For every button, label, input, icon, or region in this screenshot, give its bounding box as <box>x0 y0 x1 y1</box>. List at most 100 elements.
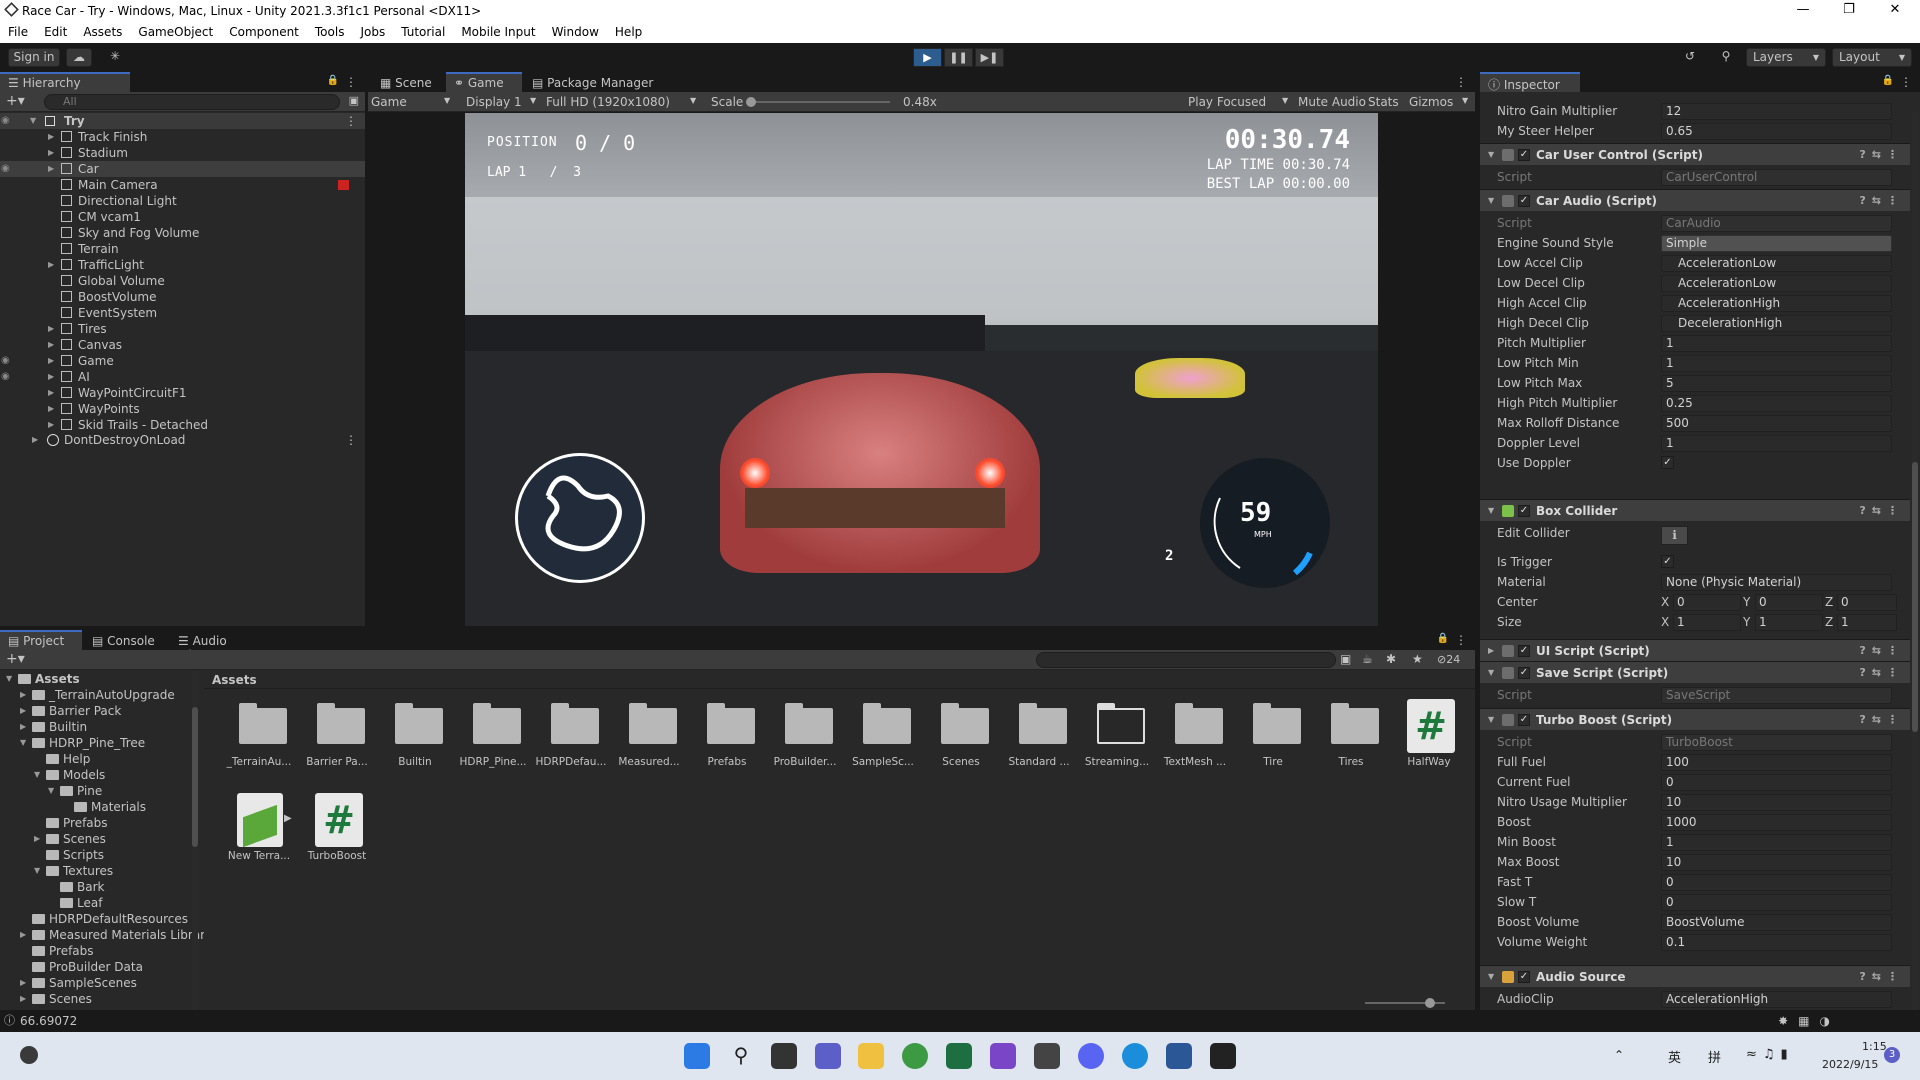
visibility-eye-icon[interactable]: ◉ <box>1 369 15 382</box>
audio-clip-field[interactable]: AccelerationLow <box>1661 255 1892 272</box>
menu-jobs[interactable]: Jobs <box>352 22 393 39</box>
component-tools-icon[interactable]: ?⇆⋮ <box>1859 640 1904 662</box>
file-explorer-icon[interactable] <box>858 1043 884 1069</box>
expand-arrow-icon[interactable]: ▶ <box>20 991 26 1007</box>
asset-item[interactable]: HDRP_Pine... <box>454 699 532 779</box>
hierarchy-item[interactable]: CM vcam1 <box>0 209 365 225</box>
tab-inspector[interactable]: ⓘ Inspector <box>1480 72 1580 92</box>
create-plus-icon[interactable]: +▾ <box>6 651 25 667</box>
inspector-scrollbar[interactable] <box>1912 112 1918 1010</box>
play-button[interactable]: ▶ <box>913 48 942 67</box>
search-icon[interactable]: ⚲ <box>1712 48 1740 67</box>
size-z[interactable]: Z1 <box>1825 614 1897 631</box>
network-volume-battery-icon[interactable]: ≈♫▮ <box>1746 1047 1794 1062</box>
audio-clip-field[interactable]: AccelerationLow <box>1661 275 1892 292</box>
scale-slider-thumb[interactable] <box>746 97 756 107</box>
hierarchy-dontdestroy[interactable]: ▶ DontDestroyOnLoad ⋮ <box>0 432 365 448</box>
tab-hierarchy[interactable]: ☰ Hierarchy <box>0 72 130 92</box>
project-tree-item[interactable]: ▶ _TerrainAutoUpgrade <box>0 687 200 703</box>
component-tools-icon[interactable]: ?⇆⋮ <box>1859 709 1904 731</box>
close-button[interactable]: ✕ <box>1872 0 1918 22</box>
project-tree-item[interactable]: HDRPDefaultResources <box>0 911 200 927</box>
asset-item[interactable]: # TurboBoost <box>298 793 376 873</box>
menu-gameobject[interactable]: GameObject <box>130 22 221 39</box>
field-input[interactable]: 0.25 <box>1661 395 1892 412</box>
menu-file[interactable]: File <box>0 22 36 39</box>
layout-dropdown[interactable]: Layout ▼ <box>1832 48 1912 67</box>
tab-game[interactable]: ⚭ Game <box>446 72 522 92</box>
asset-item[interactable]: Barrier Pa... <box>298 699 376 779</box>
step-button[interactable]: ▶❚ <box>975 48 1004 67</box>
field-input[interactable]: None (Physic Material) <box>1661 574 1892 591</box>
center-x-input[interactable]: 0 <box>1673 594 1741 611</box>
hierarchy-item[interactable]: Main Camera <box>0 177 365 193</box>
field-input[interactable]: BoostVolume <box>1661 914 1892 931</box>
maximize-button[interactable]: ❐ <box>1826 0 1872 22</box>
project-tree-item[interactable]: ▶ Scenes <box>0 831 200 847</box>
expand-arrow-icon[interactable]: ▼ <box>30 113 36 129</box>
project-tree-item[interactable]: Scripts <box>0 847 200 863</box>
menu-component[interactable]: Component <box>221 22 307 39</box>
expand-arrow-icon[interactable]: ▶ <box>48 129 54 145</box>
excel-icon[interactable] <box>946 1043 972 1069</box>
asset-item[interactable]: Standard ... <box>1000 699 1078 779</box>
sign-in-button[interactable]: Sign in <box>8 48 60 67</box>
search-icon[interactable]: ⚲ <box>728 1043 754 1069</box>
notification-badge[interactable]: 3 <box>1884 1047 1900 1063</box>
unity-hub-icon[interactable] <box>1034 1043 1060 1069</box>
size-z-input[interactable]: 1 <box>1837 614 1897 631</box>
menu-help[interactable]: Help <box>607 22 650 39</box>
history-icon[interactable]: ↺ <box>1676 48 1704 67</box>
inspector-scrollbar-thumb[interactable] <box>1912 462 1918 732</box>
edge-icon[interactable] <box>1122 1043 1148 1069</box>
ime-mode-label[interactable]: 拼 <box>1708 1047 1721 1066</box>
ime-label[interactable]: 英 <box>1668 1047 1681 1066</box>
menu-mobile-input[interactable]: Mobile Input <box>453 22 543 39</box>
search-by-label-icon[interactable]: ☕ <box>1362 652 1373 666</box>
field-input[interactable]: 1 <box>1661 435 1892 452</box>
hierarchy-item[interactable]: EventSystem <box>0 305 365 321</box>
asset-item[interactable]: _TerrainAu... <box>220 699 298 779</box>
component-enabled-checkbox[interactable]: ✓ <box>1518 714 1530 726</box>
menu-assets[interactable]: Assets <box>75 22 130 39</box>
hierarchy-item[interactable]: ◉ ▶ AI <box>0 369 365 385</box>
component-enabled-checkbox[interactable]: ✓ <box>1518 667 1530 679</box>
lock-icon[interactable]: 🔒 <box>1437 633 1449 644</box>
asset-item[interactable]: Scenes <box>922 699 1000 779</box>
size-y[interactable]: Y1 <box>1743 614 1823 631</box>
kebab-menu-icon[interactable]: ⋮ <box>1455 633 1467 647</box>
status-message[interactable]: 66.69072 <box>20 1010 77 1032</box>
component-tools-icon[interactable]: ?⇆⋮ <box>1859 144 1904 166</box>
clock-time[interactable]: 1:15 <box>1862 1040 1887 1053</box>
field-input[interactable]: 12 <box>1661 103 1892 120</box>
fold-arrow-icon[interactable]: ▼ <box>1488 500 1494 522</box>
project-tree-item[interactable]: ▶ Scenes <box>0 991 200 1007</box>
hierarchy-scene-root[interactable]: ◉ ▼ Try ⋮ <box>0 113 365 129</box>
asset-item[interactable]: Builtin <box>376 699 454 779</box>
component-enabled-checkbox[interactable]: ✓ <box>1518 149 1530 161</box>
project-tree-item[interactable]: Leaf <box>0 895 200 911</box>
project-tree-item[interactable]: Prefabs <box>0 943 200 959</box>
field-input[interactable]: 0.1 <box>1661 934 1892 951</box>
visibility-eye-icon[interactable]: ◉ <box>1 113 15 126</box>
field-input[interactable]: 100 <box>1661 754 1892 771</box>
field-input[interactable]: 0 <box>1661 874 1892 891</box>
field-input[interactable]: 0 <box>1661 894 1892 911</box>
tab-package-manager[interactable]: ▤ Package Manager <box>524 72 664 92</box>
fold-arrow-icon[interactable]: ▼ <box>1488 190 1494 212</box>
hierarchy-item[interactable]: ◉ ▶ Car <box>0 161 365 177</box>
component-enabled-checkbox[interactable]: ✓ <box>1518 505 1530 517</box>
scene-menu-icon[interactable]: ⋮ <box>345 432 357 448</box>
component-audio-source[interactable]: ▼ ✓ Audio Source ?⇆⋮ <box>1480 965 1910 987</box>
expand-arrow-icon[interactable]: ▶ <box>48 369 54 385</box>
expand-arrow-icon[interactable]: ▶ <box>20 927 26 943</box>
menu-tutorial[interactable]: Tutorial <box>393 22 453 39</box>
unity-editor-icon[interactable] <box>1210 1043 1236 1069</box>
gizmos-toggle[interactable]: Gizmos <box>1409 95 1453 109</box>
field-input[interactable]: 0.65 <box>1661 123 1892 140</box>
fold-arrow-icon[interactable]: ▶ <box>1488 640 1494 662</box>
size-y-input[interactable]: 1 <box>1755 614 1823 631</box>
component-enabled-checkbox[interactable]: ✓ <box>1518 195 1530 207</box>
create-plus-icon[interactable]: +▾ <box>6 93 25 109</box>
fold-arrow-icon[interactable]: ▼ <box>1488 709 1494 731</box>
